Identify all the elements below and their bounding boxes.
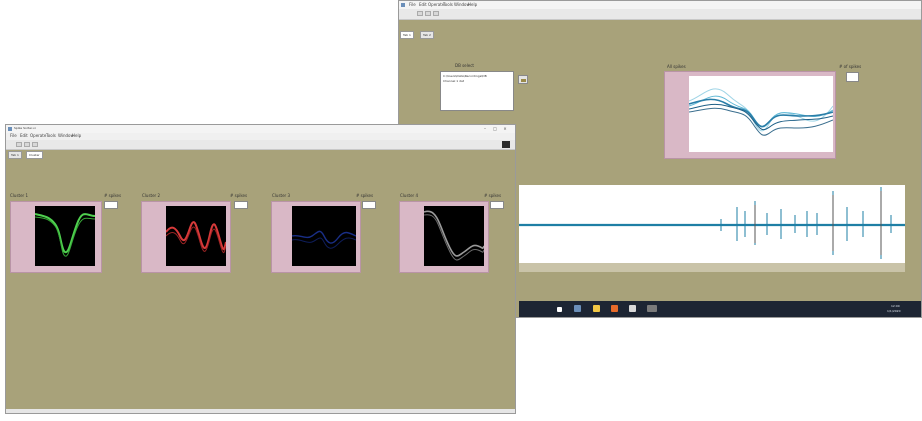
continuous-trace-xaxis — [519, 263, 905, 272]
tab-cluster[interactable]: Cluster — [26, 151, 43, 159]
cluster-3-count[interactable] — [362, 201, 376, 209]
menu-tools[interactable]: Tools — [46, 133, 56, 138]
cluster-window: Spike Sorter.vi – □ × File Edit Operate … — [5, 124, 516, 414]
folder-icon — [521, 79, 526, 82]
continuous-trace — [519, 187, 905, 259]
overlay-plot-frame — [664, 71, 836, 159]
status-bar — [6, 409, 515, 413]
overlay-counter[interactable] — [846, 72, 859, 82]
overlay-plot-label: All spikes — [667, 64, 686, 69]
run-continuous-icon[interactable] — [425, 11, 431, 16]
explorer-icon[interactable] — [593, 305, 600, 312]
cluster-4-waveform — [423, 210, 485, 261]
cluster-1-plot-frame — [10, 201, 102, 273]
menu-help[interactable]: Help — [72, 133, 81, 138]
cluster-toolbar — [6, 140, 515, 150]
cluster-3-count-label: # spikes — [356, 193, 374, 198]
cluster-tabs: Tab 1 Cluster — [6, 150, 515, 159]
overlay-plot-area[interactable] — [688, 76, 834, 152]
cluster-menubar: File Edit Operate Tools Window Help — [6, 133, 515, 140]
menu-file[interactable]: File — [409, 2, 416, 7]
cluster-4-label: Cluster 4 — [400, 193, 419, 198]
cluster-2-waveform — [165, 221, 227, 253]
main-toolbar — [399, 9, 921, 20]
tab-1[interactable]: Tab 1 — [8, 151, 22, 159]
taskbar: 12:00 1/1/2020 — [519, 301, 921, 317]
cluster-4-plot-frame — [399, 201, 489, 273]
close-button[interactable]: × — [502, 126, 508, 131]
window-icon — [401, 3, 405, 7]
cluster-4-count[interactable] — [490, 201, 504, 209]
cluster-3-plot[interactable] — [291, 206, 357, 266]
cluster-2-plot-frame — [141, 201, 231, 273]
tab-1[interactable]: Tab 1 — [400, 31, 414, 39]
overlay-waveforms — [688, 88, 834, 136]
menu-edit[interactable]: Edit — [419, 2, 427, 7]
cluster-4-count-label: # spikes — [484, 193, 502, 198]
menu-tools[interactable]: Tools — [443, 2, 453, 7]
maximize-button[interactable]: □ — [492, 126, 498, 131]
cluster-2-label: Cluster 2 — [142, 193, 161, 198]
window-title: Spike Sorter.vi — [14, 126, 36, 130]
cluster-2-count[interactable] — [234, 201, 248, 209]
browser-icon[interactable] — [611, 305, 618, 312]
menu-file[interactable]: File — [10, 133, 17, 138]
tab-2[interactable]: Tab 2 — [420, 31, 434, 39]
run-arrow-icon[interactable] — [16, 142, 22, 147]
menu-edit[interactable]: Edit — [20, 133, 28, 138]
recordings-listbox[interactable]: C:\Users\Data\Recordings\DB Channel 1 da… — [440, 71, 514, 111]
run-continuous-icon[interactable] — [24, 142, 30, 147]
tray-date: 1/1/2020 — [887, 309, 901, 313]
cluster-2-count-label: # spikes — [230, 193, 248, 198]
cluster-1-label: Cluster 1 — [10, 193, 29, 198]
list-line-2: Channel 1 dat — [443, 79, 465, 83]
abort-icon[interactable] — [32, 142, 38, 147]
app-icon[interactable] — [629, 305, 636, 312]
list-label: DB select — [455, 63, 474, 68]
main-tabs: Tab 1 Tab 2 — [399, 30, 921, 40]
window-icon — [8, 127, 12, 131]
continuous-trace-plot[interactable] — [519, 185, 905, 263]
cluster-1-count-label: # spikes — [104, 193, 122, 198]
menu-help[interactable]: Help — [468, 2, 477, 7]
search-icon[interactable] — [574, 305, 581, 312]
overlay-counter-label: # of spikes — [839, 64, 862, 69]
run-arrow-icon[interactable] — [417, 11, 423, 16]
cluster-1-count[interactable] — [104, 201, 118, 209]
cluster-3-plot-frame — [271, 201, 361, 273]
start-icon[interactable] — [557, 307, 562, 312]
cluster-3-label: Cluster 3 — [272, 193, 291, 198]
cluster-1-waveform — [34, 213, 96, 257]
menu-operate[interactable]: Operate — [428, 2, 444, 7]
context-help-icon[interactable] — [502, 141, 510, 148]
cluster-3-waveform — [291, 230, 357, 249]
minimize-button[interactable]: – — [482, 126, 488, 131]
abort-icon[interactable] — [433, 11, 439, 16]
cluster-2-plot[interactable] — [165, 206, 227, 266]
cluster-4-plot[interactable] — [423, 206, 485, 266]
browse-button[interactable] — [518, 75, 528, 84]
menu-operate[interactable]: Operate — [30, 133, 46, 138]
cluster-1-plot[interactable] — [34, 206, 96, 266]
labview-icon[interactable] — [647, 305, 657, 312]
